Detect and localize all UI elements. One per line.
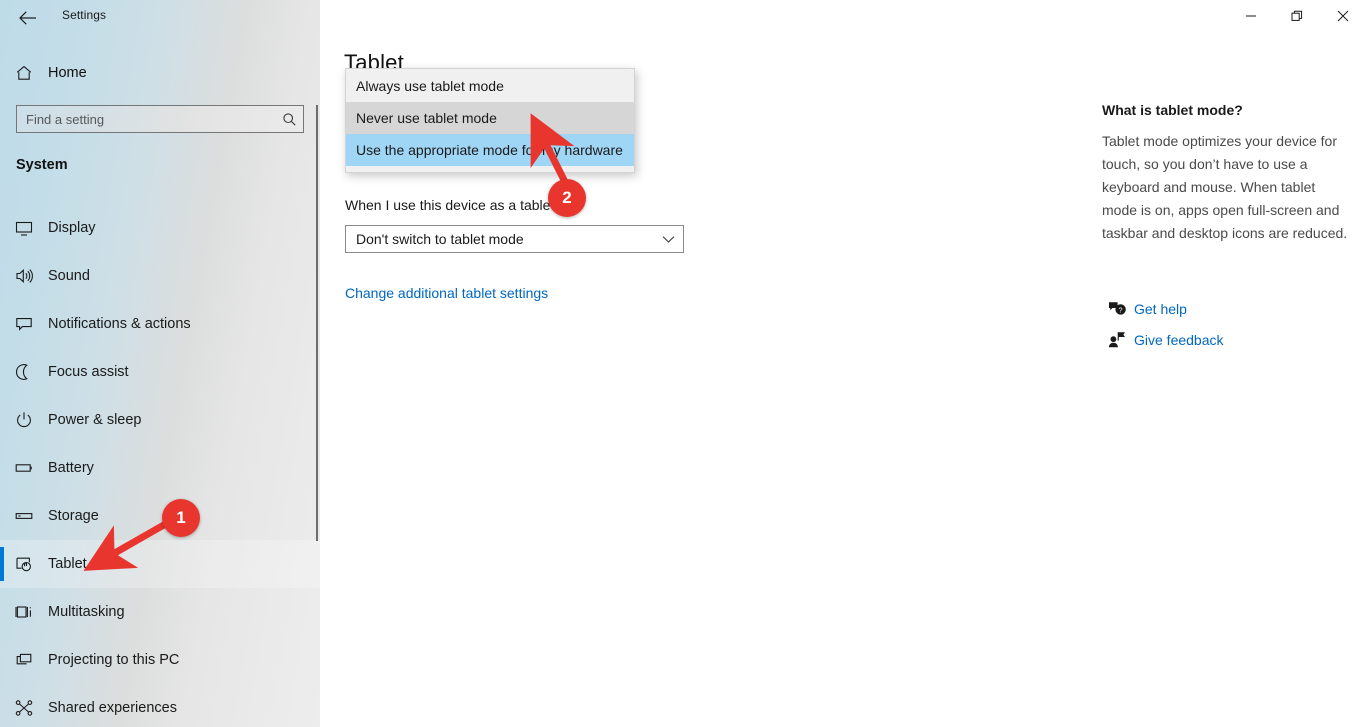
sidebar-item-notifications-actions[interactable]: Notifications & actions <box>0 300 320 348</box>
device-field-label: When I use this device as a tablet <box>345 197 555 213</box>
sidebar-item-label: Focus assist <box>48 364 129 380</box>
speaker-icon <box>0 266 48 286</box>
sidebar-group-title: System <box>16 157 68 173</box>
home-icon <box>0 63 48 83</box>
search-box[interactable] <box>16 105 304 133</box>
sidebar-item-label: Storage <box>48 508 99 524</box>
get-help-link[interactable]: ? Get help <box>1100 293 1350 324</box>
storage-icon <box>0 506 48 526</box>
restore-icon[interactable] <box>1274 0 1320 32</box>
sidebar-item-shared-experiences[interactable]: Shared experiences <box>0 684 320 727</box>
sidebar-item-power-sleep[interactable]: Power & sleep <box>0 396 320 444</box>
sidebar-scrollbar[interactable] <box>312 0 320 727</box>
sidebar-item-label: Sound <box>48 268 90 284</box>
sidebar-item-projecting-to-this-pc[interactable]: Projecting to this PC <box>0 636 320 684</box>
sidebar-item-label: Shared experiences <box>48 700 177 716</box>
window-title: Settings <box>62 8 107 22</box>
sidebar-item-display[interactable]: Display <box>0 204 320 252</box>
monitor-icon <box>0 218 48 238</box>
dropdown-option-use-appropriate-mode[interactable]: Use the appropriate mode for my hardware <box>346 134 634 166</box>
close-icon[interactable] <box>1320 0 1366 32</box>
help-links: ? Get help Give feedback <box>1100 293 1350 355</box>
window-controls <box>1228 0 1366 32</box>
give-feedback-link[interactable]: Give feedback <box>1100 324 1350 355</box>
settings-window: Home System Display <box>0 0 1366 727</box>
sidebar-item-tablet[interactable]: Tablet <box>0 540 320 588</box>
annotation-badge-1: 1 <box>162 499 200 537</box>
sidebar-item-label: Notifications & actions <box>48 316 191 332</box>
search-icon <box>275 112 303 127</box>
sidebar-home-label: Home <box>48 65 87 81</box>
change-additional-tablet-settings-link[interactable]: Change additional tablet settings <box>345 285 548 301</box>
minimize-icon[interactable] <box>1228 0 1274 32</box>
share-nodes-icon <box>0 698 48 718</box>
sidebar-nav: Display Sound Notifications & actions Fo… <box>0 204 320 727</box>
annotation-badge-2: 2 <box>548 179 586 217</box>
sidebar-item-label: Battery <box>48 460 94 476</box>
sidebar-item-home[interactable]: Home <box>0 55 320 91</box>
tablet-hand-icon <box>0 554 48 574</box>
sidebar-item-label: Tablet <box>48 556 87 572</box>
projecting-icon <box>0 650 48 670</box>
sidebar-item-label: Display <box>48 220 96 236</box>
sidebar-item-multitasking[interactable]: Multitasking <box>0 588 320 636</box>
svg-text:?: ? <box>1118 307 1122 314</box>
dropdown-option-always-use-tablet-mode[interactable]: Always use tablet mode <box>346 70 634 102</box>
help-panel-body: Tablet mode optimizes your device for to… <box>1102 133 1348 241</box>
give-feedback-label: Give feedback <box>1134 331 1224 348</box>
multitasking-icon <box>0 602 48 622</box>
sidebar-item-focus-assist[interactable]: Focus assist <box>0 348 320 396</box>
sidebar-scrollbar-thumb[interactable] <box>316 105 318 541</box>
sidebar: Home System Display <box>0 0 320 727</box>
sidebar-item-label: Multitasking <box>48 604 125 620</box>
chevron-down-icon <box>653 235 683 244</box>
feedback-person-icon <box>1100 331 1134 348</box>
search-input[interactable] <box>17 111 275 127</box>
title-bar: Settings <box>0 0 1366 36</box>
tablet-behavior-value: Don't switch to tablet mode <box>356 231 524 247</box>
help-bubble-icon: ? <box>1100 300 1134 317</box>
sidebar-item-label: Projecting to this PC <box>48 652 180 668</box>
tablet-mode-dropdown-list: Always use tablet mode Never use tablet … <box>345 68 635 173</box>
sidebar-item-battery[interactable]: Battery <box>0 444 320 492</box>
dropdown-option-never-use-tablet-mode[interactable]: Never use tablet mode <box>346 102 634 134</box>
sidebar-item-storage[interactable]: Storage <box>0 492 320 540</box>
sidebar-item-label: Power & sleep <box>48 412 142 428</box>
get-help-label: Get help <box>1134 300 1187 317</box>
moon-icon <box>0 362 48 382</box>
power-icon <box>0 410 48 430</box>
notification-icon <box>0 314 48 334</box>
tablet-behavior-dropdown[interactable]: Don't switch to tablet mode <box>345 225 684 253</box>
help-panel-title: What is tablet mode? <box>1102 102 1243 118</box>
battery-icon <box>0 458 48 478</box>
sidebar-item-sound[interactable]: Sound <box>0 252 320 300</box>
back-button[interactable] <box>8 2 48 34</box>
